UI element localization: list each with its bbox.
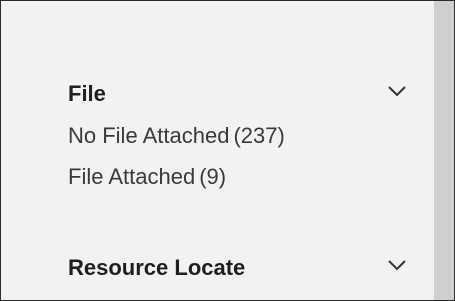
filter-section-file: File No File Attached (237) File Attached… — [68, 79, 408, 190]
filter-option-no-file-attached[interactable]: No File Attached (237) — [68, 123, 408, 149]
filter-section-title: Resource Locate — [68, 255, 246, 280]
filter-panel: · · File No File Attached(237) File Atta… — [0, 0, 455, 301]
chevron-down-icon[interactable] — [386, 257, 408, 273]
filter-option-label: No File Attached — [68, 123, 230, 148]
chevron-down-icon[interactable] — [386, 83, 408, 99]
filter-section-header-resource-locate[interactable]: Resource Locate — [68, 253, 408, 283]
filter-section-resource-locate: Resource Locate — [68, 253, 408, 283]
filter-section-header-file[interactable]: File — [68, 79, 408, 109]
filter-section-title: File — [68, 81, 106, 106]
filter-option-file-attached[interactable]: File Attached (9) — [68, 164, 408, 190]
filter-option-count: (9) — [199, 164, 227, 189]
scrollbar[interactable] — [434, 1, 454, 300]
filter-option-label: File Attached — [68, 164, 196, 189]
clipped-content-top: · · — [197, 1, 237, 7]
filter-option-count: (237) — [233, 123, 285, 148]
filter-options-file: No File Attached (237) File Attached (9) — [68, 123, 408, 190]
